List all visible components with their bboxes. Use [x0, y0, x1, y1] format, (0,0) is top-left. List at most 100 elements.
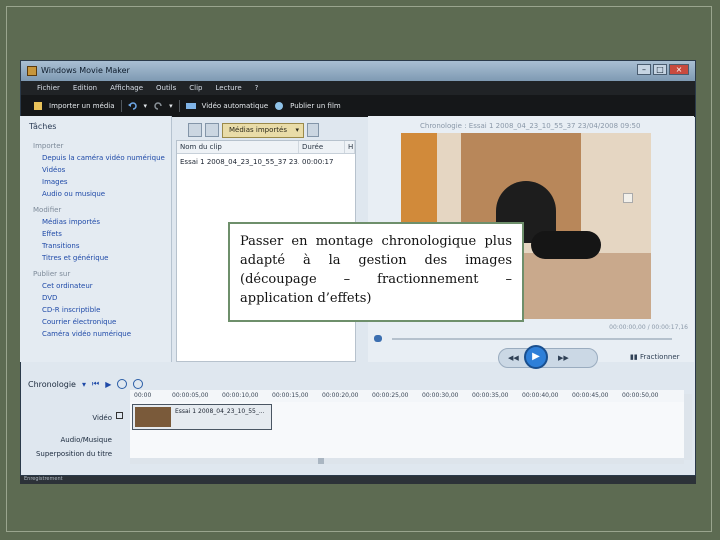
window-title: Windows Movie Maker [41, 66, 130, 75]
menu-outils[interactable]: Outils [156, 84, 176, 92]
title-bar: Windows Movie Maker – □ × [21, 61, 695, 81]
toolbar: Importer un média ▾ ▾ Vidéo automatique … [21, 95, 695, 117]
media-collection-select[interactable]: Médias importés ▾ [222, 122, 304, 138]
column-duration[interactable]: Durée [299, 141, 345, 153]
play-button[interactable]: ▶ [524, 345, 548, 369]
minimize-button[interactable]: – [637, 64, 651, 75]
split-label: Fractionner [639, 353, 680, 361]
task-dvd[interactable]: DVD [42, 294, 57, 302]
undo-dropdown-icon[interactable]: ▾ [144, 102, 148, 110]
toolbar-separator [178, 100, 180, 112]
callout-box: Passer en montage chronologique plus ada… [228, 222, 524, 322]
publish-icon [275, 102, 284, 110]
import-icon [34, 102, 42, 110]
task-from-camera[interactable]: Depuis la caméra vidéo numérique [42, 154, 165, 162]
chevron-down-icon[interactable]: ▾ [82, 380, 86, 389]
split-icon: ▮▮ [630, 353, 640, 361]
undo-icon[interactable] [127, 101, 138, 111]
ruler-tick: 00:00:45,00 [572, 392, 609, 399]
window-controls: – □ × [637, 64, 689, 75]
time-readout: 00:00:00,00 / 00:00:17,16 [609, 324, 688, 331]
rewind-icon[interactable]: ◀◀ [508, 354, 519, 362]
view-tasks-button[interactable] [188, 123, 202, 137]
task-dv-camera[interactable]: Caméra vidéo numérique [42, 330, 131, 338]
menu-help[interactable]: ? [255, 84, 259, 92]
task-effects[interactable]: Effets [42, 230, 62, 238]
ruler-tick: 00:00:15,00 [272, 392, 309, 399]
tasks-pane: Tâches Importer Depuis la caméra vidéo n… [20, 116, 172, 362]
close-button[interactable]: × [669, 64, 689, 75]
task-imported-media[interactable]: Médias importés [42, 218, 100, 226]
forward-icon[interactable]: ▶▶ [558, 354, 569, 362]
track-label-audio: Audio/Musique [60, 436, 112, 444]
import-media-button[interactable]: Importer un média [49, 102, 115, 110]
clip-list-header: Nom du clip Durée H [177, 141, 355, 154]
task-titles[interactable]: Titres et générique [42, 254, 108, 262]
split-button[interactable]: ▮▮ Fractionner [630, 353, 680, 361]
ruler-tick: 00:00:25,00 [372, 392, 409, 399]
ruler-tick: 00:00:35,00 [472, 392, 509, 399]
seek-bar[interactable] [392, 338, 672, 340]
publish-movie-button[interactable]: Publier un film [290, 102, 341, 110]
preview-title: Chronologie : Essai 1 2008_04_23_10_55_3… [420, 122, 641, 130]
movie-maker-icon [27, 66, 37, 76]
redo-icon[interactable] [153, 101, 163, 111]
expand-track-icon[interactable] [116, 412, 123, 419]
section-edit[interactable]: Modifier [33, 206, 61, 214]
ruler-tick: 00:00:40,00 [522, 392, 559, 399]
task-videos[interactable]: Vidéos [42, 166, 65, 174]
track-label-video: Vidéo [92, 414, 112, 422]
column-clip-name[interactable]: Nom du clip [177, 141, 299, 153]
ruler-tick: 00:00:50,00 [622, 392, 659, 399]
section-publish[interactable]: Publier sur [33, 270, 70, 278]
ruler-tick: 00:00:05,00 [172, 392, 209, 399]
callout-text: Passer en montage chronologique plus ada… [240, 234, 512, 306]
section-import[interactable]: Importer [33, 142, 63, 150]
timeline-vscrollbar[interactable] [684, 394, 692, 460]
menu-affichage[interactable]: Affichage [110, 84, 143, 92]
task-this-computer[interactable]: Cet ordinateur [42, 282, 93, 290]
task-email[interactable]: Courrier électronique [42, 318, 116, 326]
ruler-tick: 00:00:30,00 [422, 392, 459, 399]
status-bar: Enregistrement [20, 476, 696, 484]
track-label-overlay: Superposition du titre [35, 450, 112, 458]
task-transitions[interactable]: Transitions [42, 242, 80, 250]
ruler-tick: 00:00:20,00 [322, 392, 359, 399]
view-thumbnails-button[interactable] [205, 123, 219, 137]
ruler-tick: 00:00 [134, 392, 152, 399]
menu-bar: Fichier Edition Affichage Outils Clip Le… [21, 81, 695, 95]
toolbar-separator [120, 100, 122, 112]
zoom-in-icon[interactable] [117, 379, 128, 389]
audio-track[interactable] [130, 432, 684, 447]
play-timeline-icon[interactable]: ▶ [105, 380, 111, 389]
zoom-out-icon[interactable] [133, 379, 144, 389]
scroll-thumb[interactable] [318, 458, 324, 464]
view-options-button[interactable] [306, 123, 319, 137]
chevron-down-icon: ▾ [295, 125, 299, 134]
task-images[interactable]: Images [42, 178, 68, 186]
clip-duration: 00:00:17 [302, 158, 334, 166]
task-cdr[interactable]: CD-R inscriptible [42, 306, 100, 314]
timeline-view-select[interactable]: Chronologie [28, 380, 76, 389]
table-row[interactable]: Essai 1 2008_04_23_10_55_37 23... 00:00:… [177, 156, 355, 168]
seek-thumb[interactable] [374, 335, 382, 342]
maximize-button[interactable]: □ [653, 64, 667, 75]
status-text: Enregistrement [24, 476, 63, 482]
column-h[interactable]: H [345, 141, 355, 153]
media-collection-label: Médias importés [229, 125, 287, 134]
timeline-clip[interactable]: Essai 1 2008_04_23_10_55_... [132, 404, 272, 430]
task-audio[interactable]: Audio ou musique [42, 190, 105, 198]
clip-name: Essai 1 2008_04_23_10_55_37 23... [180, 158, 299, 166]
redo-dropdown-icon[interactable]: ▾ [169, 102, 173, 110]
timeline-hscrollbar[interactable] [130, 458, 684, 464]
auto-movie-button[interactable]: Vidéo automatique [202, 102, 269, 110]
auto-movie-icon [185, 103, 196, 109]
menu-edition[interactable]: Edition [73, 84, 97, 92]
menu-lecture[interactable]: Lecture [215, 84, 241, 92]
timeline-clip-label: Essai 1 2008_04_23_10_55_... [175, 408, 265, 415]
menu-fichier[interactable]: Fichier [37, 84, 60, 92]
tasks-title: Tâches [29, 122, 57, 131]
media-header: Médias importés ▾ [188, 120, 319, 140]
rewind-timeline-icon[interactable]: ⏮ [92, 379, 99, 389]
menu-clip[interactable]: Clip [189, 84, 202, 92]
